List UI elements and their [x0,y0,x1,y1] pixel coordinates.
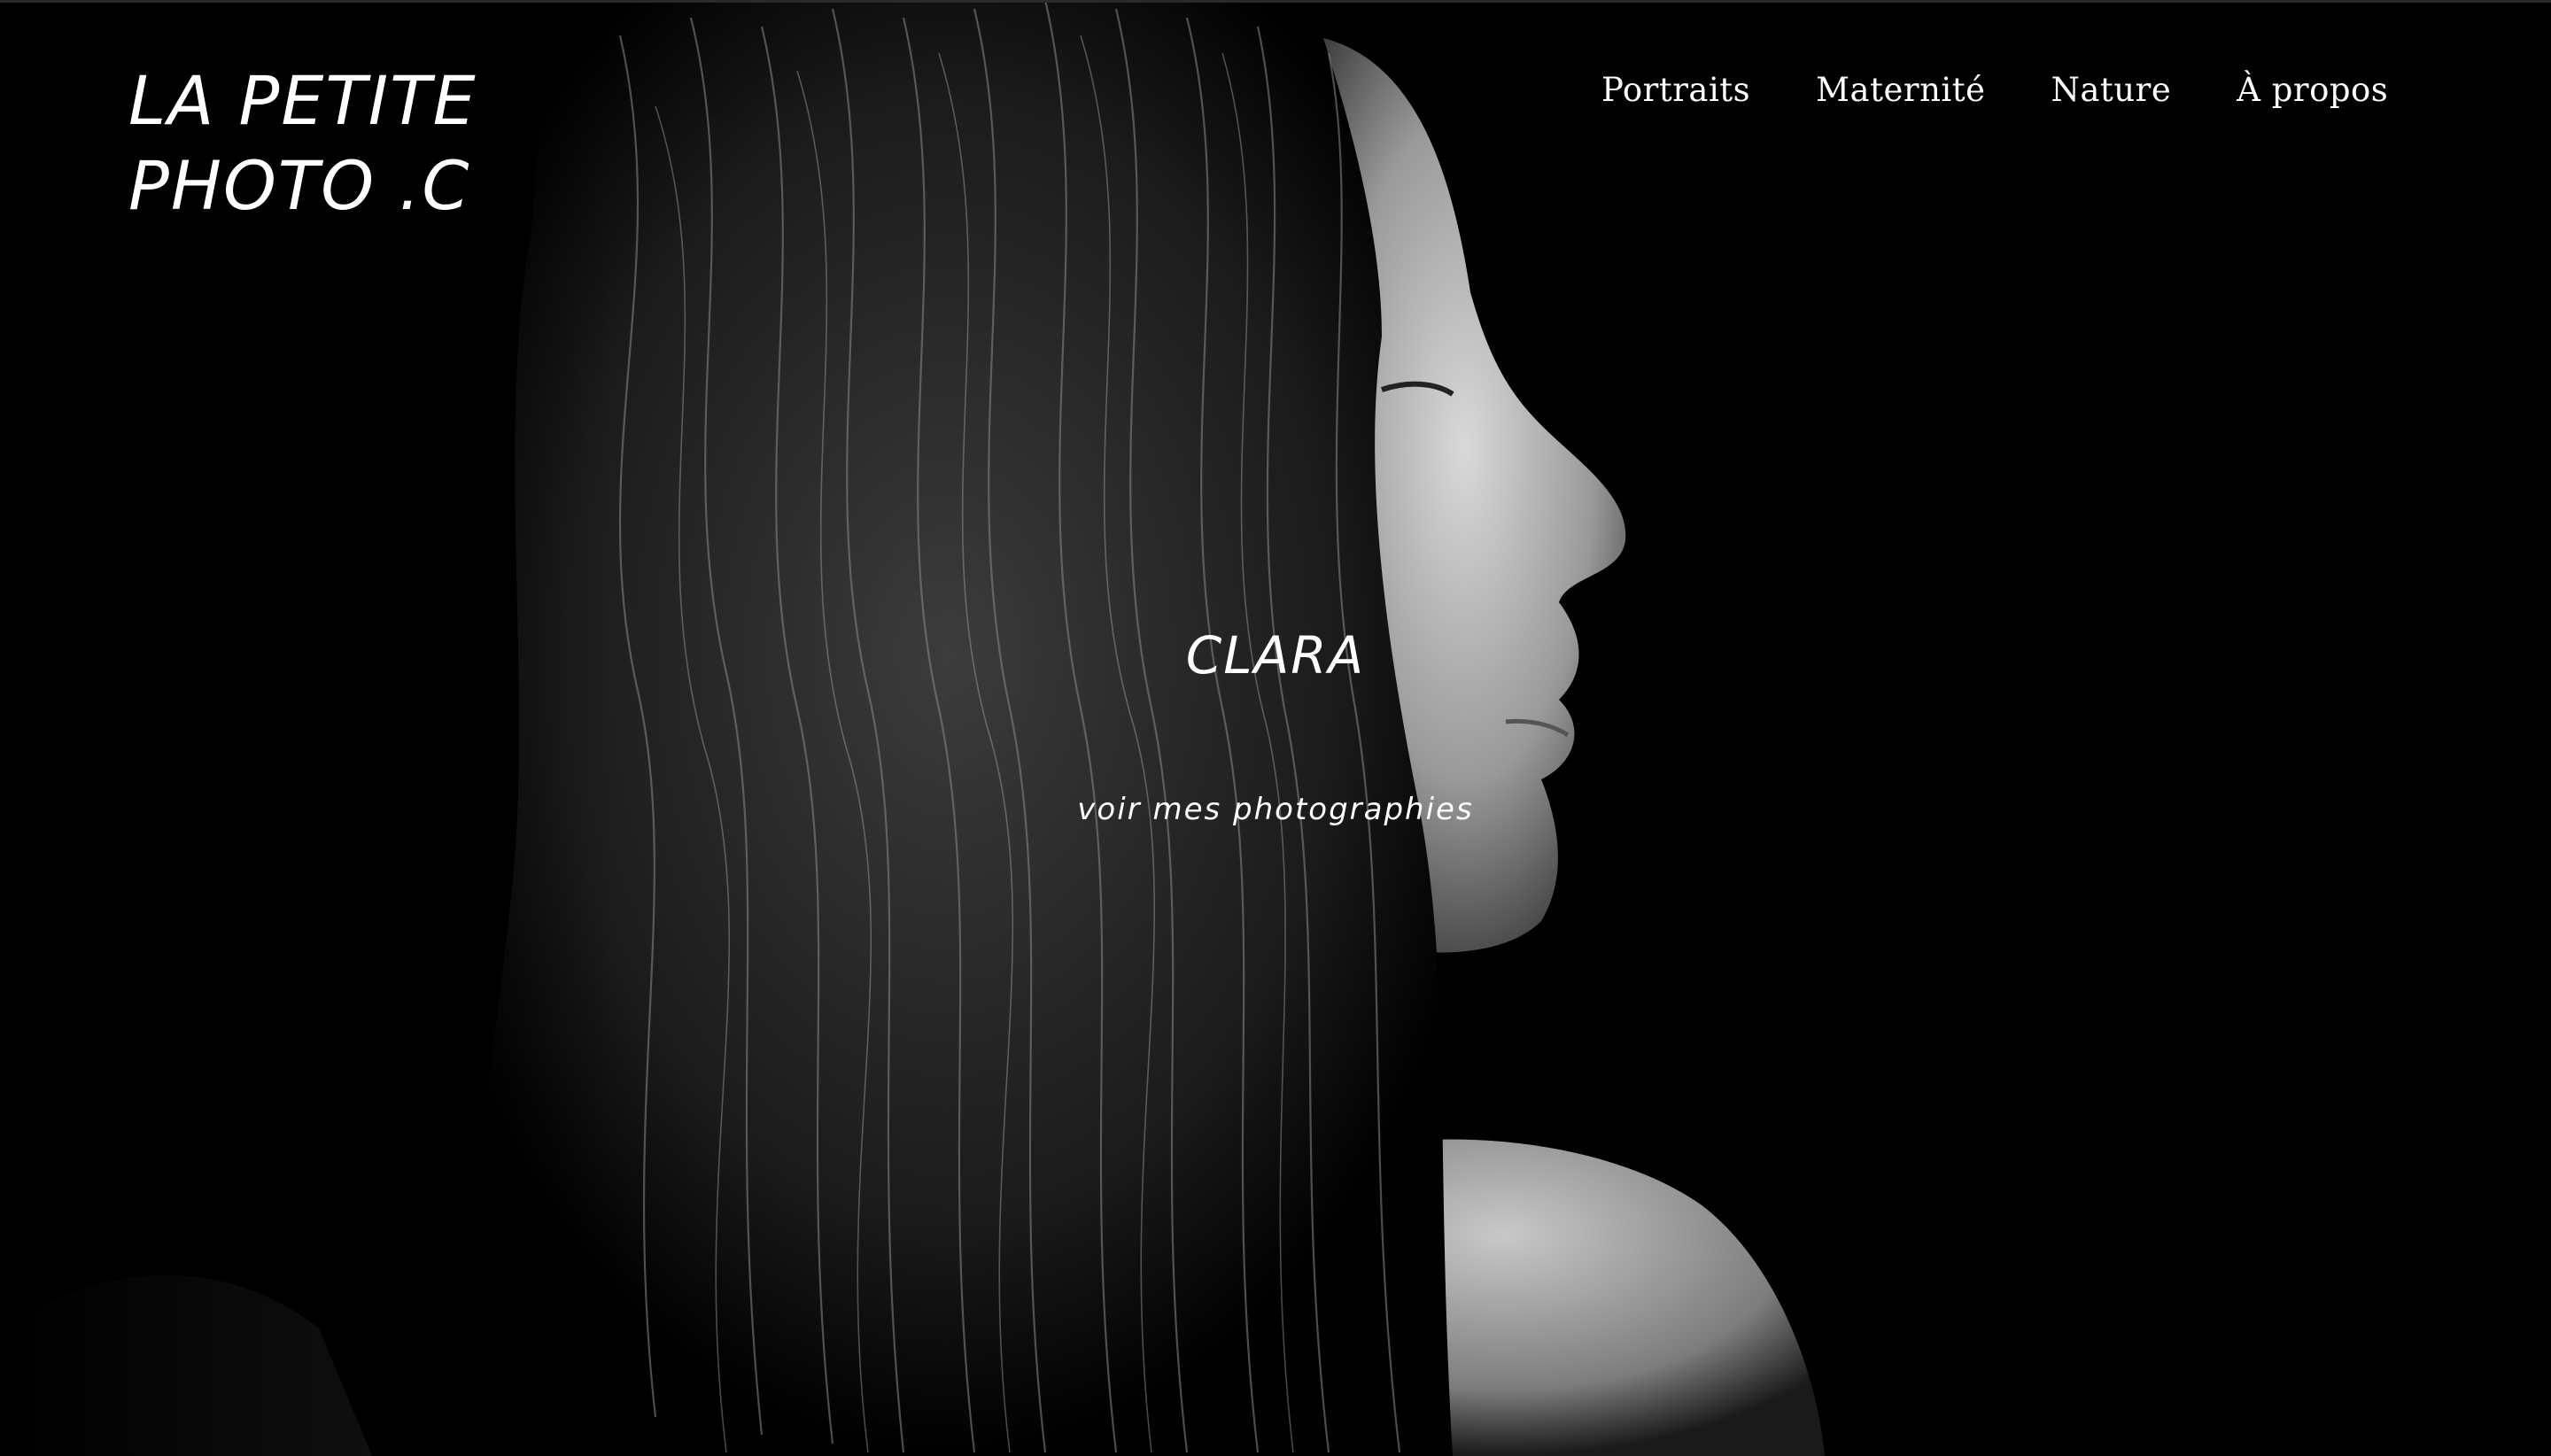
logo-line-1: LA PETITE [128,61,477,140]
page: LA PETITE PHOTO .C Portraits Maternité N… [0,0,2551,1456]
nav-item-a-propos[interactable]: À propos [2237,71,2388,109]
site-logo[interactable]: LA PETITE PHOTO .C [128,58,589,228]
nav-item-maternite[interactable]: Maternité [1816,71,1985,109]
nav-item-nature[interactable]: Nature [2051,71,2172,109]
main-nav: Portraits Maternité Nature À propos [1601,71,2388,109]
top-rule [0,0,2551,3]
hero-title: CLARA [1185,625,1366,685]
logo-line-2: PHOTO .C [128,146,471,225]
nav-item-portraits[interactable]: Portraits [1601,71,1750,109]
view-photos-link[interactable]: voir mes photographies [921,792,1630,827]
